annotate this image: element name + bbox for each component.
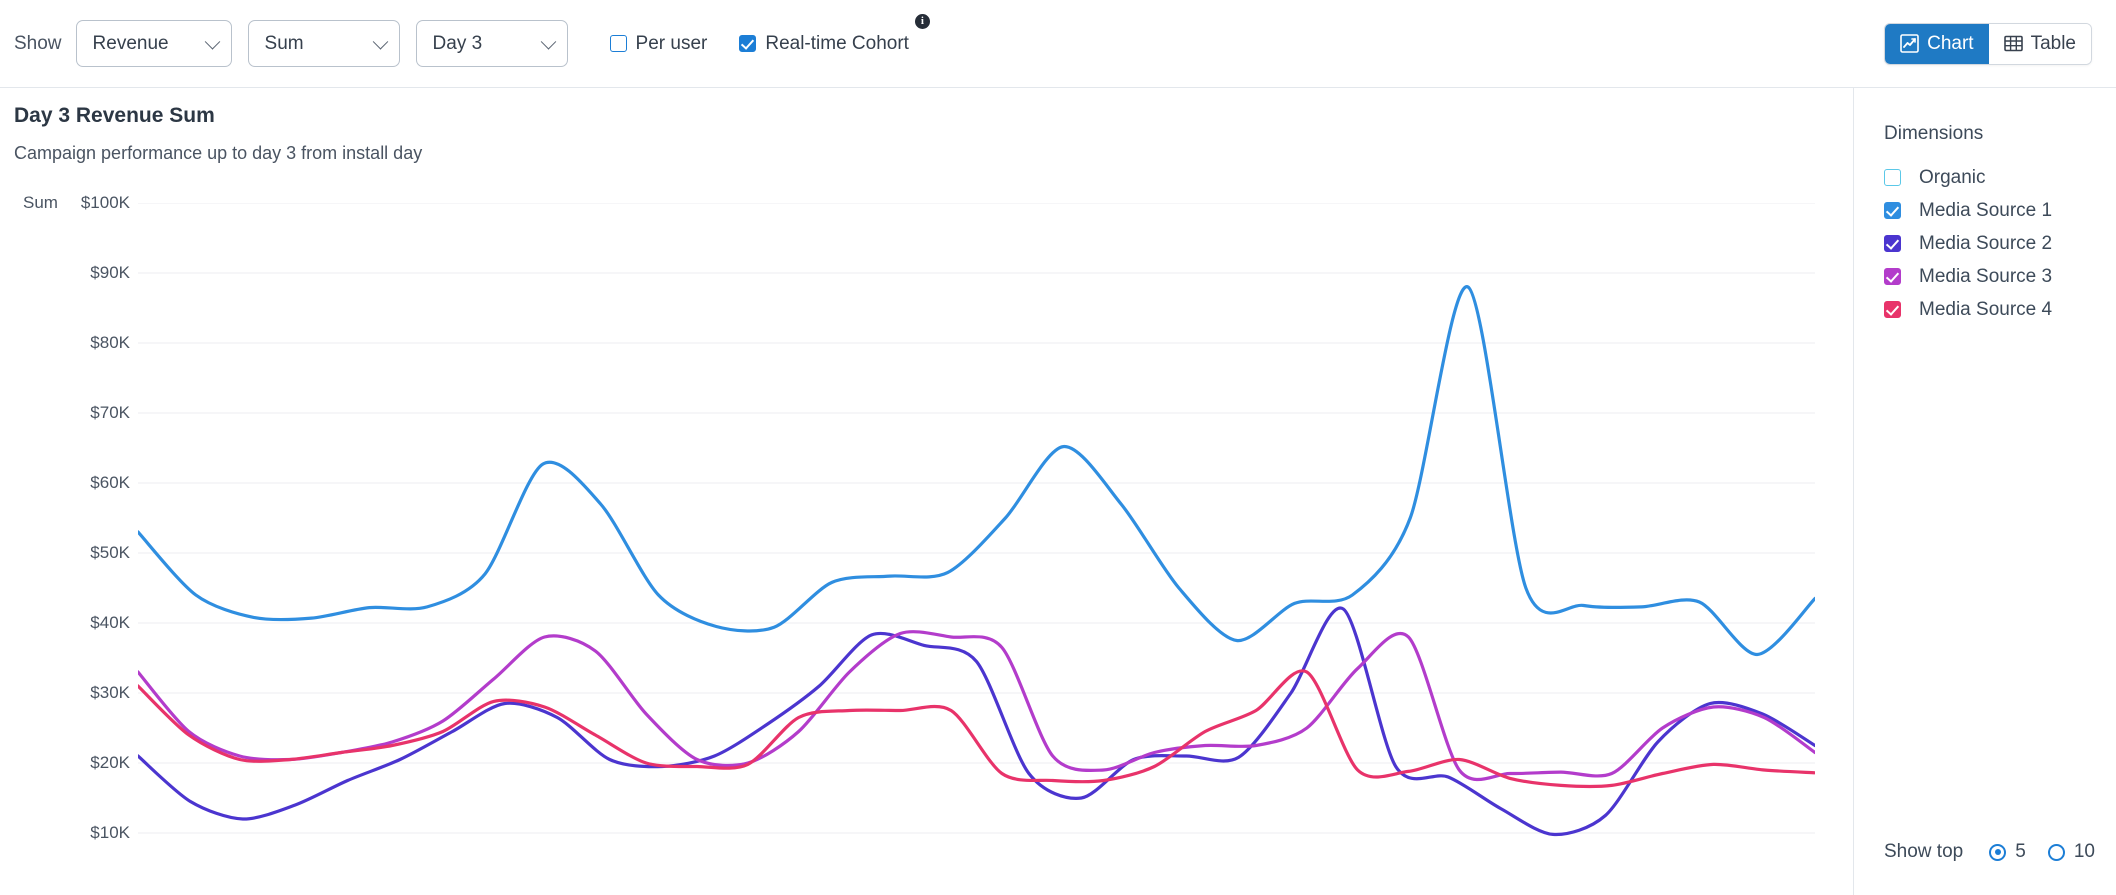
dimension-item-1[interactable]: Media Source 1 [1884, 194, 2116, 227]
y-axis-tick: $100K [80, 193, 130, 212]
y-axis: $0.00$10K$20K$30K$40K$50K$60K$70K$80K$90… [0, 193, 130, 895]
realtime-cohort-checkbox[interactable]: Real-time Cohort [739, 33, 909, 55]
per-user-checkbox[interactable]: Per user [609, 32, 708, 55]
dimension-label: Media Source 1 [1919, 199, 2053, 221]
series-line [138, 285, 1815, 657]
metric-select[interactable]: Revenue [75, 20, 232, 67]
y-axis-tick: $30K [90, 683, 130, 702]
tab-chart-label: Chart [1927, 32, 1974, 54]
show-top-radio-label: 5 [2015, 841, 2026, 862]
line-chart-icon [1900, 34, 1919, 53]
tab-table-label: Table [2030, 32, 2076, 54]
top-toolbar: Show Revenue Sum Day 3 Per user Real-tim… [0, 0, 2116, 88]
y-axis-tick: $20K [90, 753, 130, 772]
y-axis-tick: $10K [90, 823, 130, 842]
dimension-checkbox[interactable] [1884, 235, 1901, 252]
y-axis-tick: $40K [90, 613, 130, 632]
dimensions-panel: Dimensions Organic Media Source 1 Media So… [1853, 88, 2116, 895]
series-line [138, 669, 1815, 789]
dimension-item-2[interactable]: Media Source 2 [1884, 227, 2116, 260]
series-line [138, 630, 1815, 782]
info-icon[interactable]: i [914, 14, 930, 29]
y-axis-tick: $50K [90, 543, 130, 562]
show-top-radio-label: 10 [2073, 841, 2095, 862]
realtime-cohort-label: Real-time Cohort [765, 32, 909, 54]
y-axis-tick: $80K [90, 333, 130, 352]
dimension-label: Media Source 2 [1919, 232, 2053, 254]
series-line [138, 606, 1815, 837]
dimension-checkbox[interactable] [1884, 301, 1901, 318]
chevron-down-icon [204, 33, 220, 50]
chevron-down-icon [540, 33, 556, 50]
chart-svg [138, 203, 1815, 837]
chart-subtitle: Campaign performance up to day 3 from in… [14, 143, 423, 163]
show-top-radio-10[interactable]: 10 [2047, 841, 2095, 863]
y-axis-tick: $70K [90, 403, 130, 422]
aggregation-select-value: Sum [264, 32, 304, 54]
show-top-radio-5[interactable]: 5 [1989, 841, 2026, 863]
y-axis-tick: $90K [90, 263, 130, 282]
view-mode-toggle: Chart Table [1884, 22, 2092, 65]
dimension-item-0[interactable]: Organic [1884, 161, 2116, 194]
chart-pane: Day 3 Revenue Sum Campaign performance u… [0, 88, 1853, 895]
dimension-item-4[interactable]: Media Source 4 [1884, 293, 2116, 326]
chart-plot-area[interactable] [138, 203, 1815, 895]
y-axis-tick: $60K [90, 473, 130, 492]
radio-button[interactable] [1989, 843, 2007, 861]
checkbox-box [609, 35, 627, 52]
dimension-checkbox[interactable] [1884, 268, 1901, 285]
dimension-label: Media Source 4 [1919, 298, 2053, 320]
dimension-label: Media Source 3 [1919, 265, 2053, 287]
show-top-label: Show top [1884, 841, 1964, 862]
dimension-checkbox[interactable] [1884, 169, 1901, 186]
main-area: Day 3 Revenue Sum Campaign performance u… [0, 88, 2116, 895]
dimensions-list: Organic Media Source 1 Media Source 2 Media… [1884, 161, 2116, 326]
show-label: Show [14, 32, 62, 54]
dimension-item-3[interactable]: Media Source 3 [1884, 260, 2116, 293]
page-title: Day 3 Revenue Sum [14, 104, 215, 127]
dimension-label: Organic [1919, 166, 1986, 188]
tab-chart[interactable]: Chart [1885, 23, 1989, 64]
per-user-label: Per user [635, 32, 708, 54]
show-top-control: Show top 5 10 [1884, 841, 2116, 863]
radio-button[interactable] [2047, 843, 2065, 861]
chevron-down-icon [372, 33, 388, 50]
tab-table[interactable]: Table [1988, 23, 2091, 64]
day-select[interactable]: Day 3 [415, 20, 568, 67]
table-grid-icon [2003, 34, 2023, 53]
show-top-options: 5 10 [1989, 841, 2116, 863]
day-select-value: Day 3 [432, 32, 483, 54]
dimensions-title: Dimensions [1884, 123, 1984, 144]
metric-select-value: Revenue [92, 32, 169, 54]
dimension-checkbox[interactable] [1884, 202, 1901, 219]
checkbox-box [739, 35, 757, 52]
aggregation-select[interactable]: Sum [247, 20, 400, 67]
